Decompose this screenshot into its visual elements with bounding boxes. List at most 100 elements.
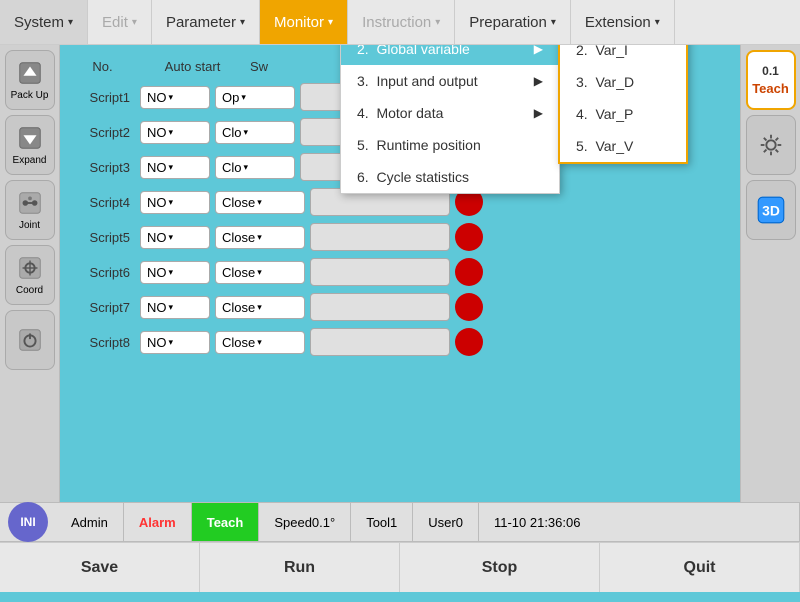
var-p-item[interactable]: 4. Var_P xyxy=(560,98,686,130)
script5-status-input[interactable] xyxy=(310,223,450,251)
3d-button[interactable]: 3D xyxy=(746,180,796,240)
script8-sw-dropdown[interactable]: Close ▾ xyxy=(215,331,305,354)
script-row-5: Script5 NO ▾ Close ▾ xyxy=(70,223,730,251)
script3-label: Script3 xyxy=(70,160,135,175)
script6-status-circle xyxy=(455,258,483,286)
script5-status-circle xyxy=(455,223,483,251)
script5-no-dropdown[interactable]: NO ▾ xyxy=(140,226,210,249)
menu-edit[interactable]: Edit ▾ xyxy=(88,0,152,44)
script8-label: Script8 xyxy=(70,335,135,350)
script1-label: Script1 xyxy=(70,90,135,105)
menu-extension[interactable]: Extension ▾ xyxy=(571,0,675,44)
save-button[interactable]: Save xyxy=(0,543,200,592)
packup-icon xyxy=(16,59,44,87)
sidebar-btn-joint[interactable]: Joint xyxy=(5,180,55,240)
svg-text:3D: 3D xyxy=(762,202,780,218)
header-autostart: Auto start xyxy=(135,59,250,74)
status-user: User0 xyxy=(413,503,479,541)
edit-arrow-icon: ▾ xyxy=(132,17,137,28)
sidebar-btn-coord[interactable]: Coord xyxy=(5,245,55,305)
menu-instruction[interactable]: Instruction ▾ xyxy=(348,0,455,44)
teach-button[interactable]: 0.1 Teach xyxy=(746,50,796,110)
status-tool: Tool1 xyxy=(351,503,413,541)
monitor-arrow-icon: ▾ xyxy=(328,17,333,28)
joint-icon xyxy=(16,189,44,217)
script-row-6: Script6 NO ▾ Close ▾ xyxy=(70,258,730,286)
script7-no-dropdown[interactable]: NO ▾ xyxy=(140,296,210,319)
status-alarm: Alarm xyxy=(124,503,192,541)
run-button[interactable]: Run xyxy=(200,543,400,592)
script-row-8: Script8 NO ▾ Close ▾ xyxy=(70,328,730,356)
header-no: No. xyxy=(70,59,135,74)
script6-sw-dropdown[interactable]: Close ▾ xyxy=(215,261,305,284)
expand-icon xyxy=(16,124,44,152)
menu-system[interactable]: System ▾ xyxy=(0,0,88,44)
script7-status-circle xyxy=(455,293,483,321)
monitor-menu-item-6[interactable]: 6. Cycle statistics xyxy=(341,161,559,193)
content-area: No. Auto start Sw status Script1 NO ▾ Op… xyxy=(60,45,740,502)
monitor-dropdown[interactable]: 1. Position ▶ 2. Global variable ▶ 3. In… xyxy=(340,45,560,194)
sidebar-btn-power[interactable] xyxy=(5,310,55,370)
settings-icon xyxy=(757,131,785,159)
globalvar-submenu[interactable]: 1. Var_B 2. Var_I 3. Var_D 4. Var_P 5. V… xyxy=(558,45,688,164)
inputoutput-arrow-icon: ▶ xyxy=(534,74,543,88)
var-d-item[interactable]: 3. Var_D xyxy=(560,66,686,98)
var-i-item[interactable]: 2. Var_I xyxy=(560,45,686,66)
script-row-7: Script7 NO ▾ Close ▾ xyxy=(70,293,730,321)
quit-button[interactable]: Quit xyxy=(600,543,800,592)
script6-status-input[interactable] xyxy=(310,258,450,286)
script8-status-input[interactable] xyxy=(310,328,450,356)
monitor-menu-item-5[interactable]: 5. Runtime position xyxy=(341,129,559,161)
script7-status-input[interactable] xyxy=(310,293,450,321)
script3-sw-dropdown[interactable]: Clo ▾ xyxy=(215,156,295,179)
script7-sw-dropdown[interactable]: Close ▾ xyxy=(215,296,305,319)
menu-monitor[interactable]: Monitor ▾ xyxy=(260,0,348,44)
power-icon xyxy=(16,326,44,354)
monitor-menu-item-4[interactable]: 4. Motor data ▶ xyxy=(341,97,559,129)
script2-no-dropdown[interactable]: NO ▾ xyxy=(140,121,210,144)
instruction-arrow-icon: ▾ xyxy=(435,17,440,28)
parameter-arrow-icon: ▾ xyxy=(240,17,245,28)
3d-icon: 3D xyxy=(755,194,787,226)
script8-no-dropdown[interactable]: NO ▾ xyxy=(140,331,210,354)
system-arrow-icon: ▾ xyxy=(68,17,73,28)
menu-parameter[interactable]: Parameter ▾ xyxy=(152,0,260,44)
sidebar-btn-packup[interactable]: Pack Up xyxy=(5,50,55,110)
status-teach: Teach xyxy=(192,503,260,541)
script6-no-dropdown[interactable]: NO ▾ xyxy=(140,261,210,284)
coord-icon xyxy=(16,254,44,282)
script6-label: Script6 xyxy=(70,265,135,280)
menu-preparation[interactable]: Preparation ▾ xyxy=(455,0,571,44)
script1-no-dropdown[interactable]: NO ▾ xyxy=(140,86,210,109)
status-bar: INI Admin Alarm Teach Speed0.1° Tool1 Us… xyxy=(0,502,800,542)
status-speed: Speed0.1° xyxy=(259,503,351,541)
monitor-menu-item-3[interactable]: 3. Input and output ▶ xyxy=(341,65,559,97)
script4-label: Script4 xyxy=(70,195,135,210)
extension-arrow-icon: ▾ xyxy=(655,17,660,28)
script7-label: Script7 xyxy=(70,300,135,315)
script2-sw-dropdown[interactable]: Clo ▾ xyxy=(215,121,295,144)
script8-status-circle xyxy=(455,328,483,356)
script1-sw-dropdown[interactable]: Op ▾ xyxy=(215,86,295,109)
header-sw: Sw xyxy=(250,59,340,74)
monitor-menu-item-2[interactable]: 2. Global variable ▶ xyxy=(341,45,559,65)
status-admin: Admin xyxy=(56,503,124,541)
coord-label: Coord xyxy=(16,285,43,296)
script4-sw-dropdown[interactable]: Close ▾ xyxy=(215,191,305,214)
motordata-arrow-icon: ▶ xyxy=(534,106,543,120)
left-sidebar: Pack Up Expand Joint xyxy=(0,45,60,502)
main-layout: Pack Up Expand Joint xyxy=(0,45,800,502)
script4-no-dropdown[interactable]: NO ▾ xyxy=(140,191,210,214)
right-sidebar: 0.1 Teach 3D xyxy=(740,45,800,502)
top-menu-bar: System ▾ Edit ▾ Parameter ▾ Monitor ▾ In… xyxy=(0,0,800,45)
script3-no-dropdown[interactable]: NO ▾ xyxy=(140,156,210,179)
status-time: 11-10 21:36:06 xyxy=(479,503,800,541)
bottom-toolbar: Save Run Stop Quit xyxy=(0,542,800,592)
script5-label: Script5 xyxy=(70,230,135,245)
stop-button[interactable]: Stop xyxy=(400,543,600,592)
settings-button[interactable] xyxy=(746,115,796,175)
script5-sw-dropdown[interactable]: Close ▾ xyxy=(215,226,305,249)
sidebar-btn-expand[interactable]: Expand xyxy=(5,115,55,175)
ini-badge: INI xyxy=(8,502,48,542)
var-v-item[interactable]: 5. Var_V xyxy=(560,130,686,162)
